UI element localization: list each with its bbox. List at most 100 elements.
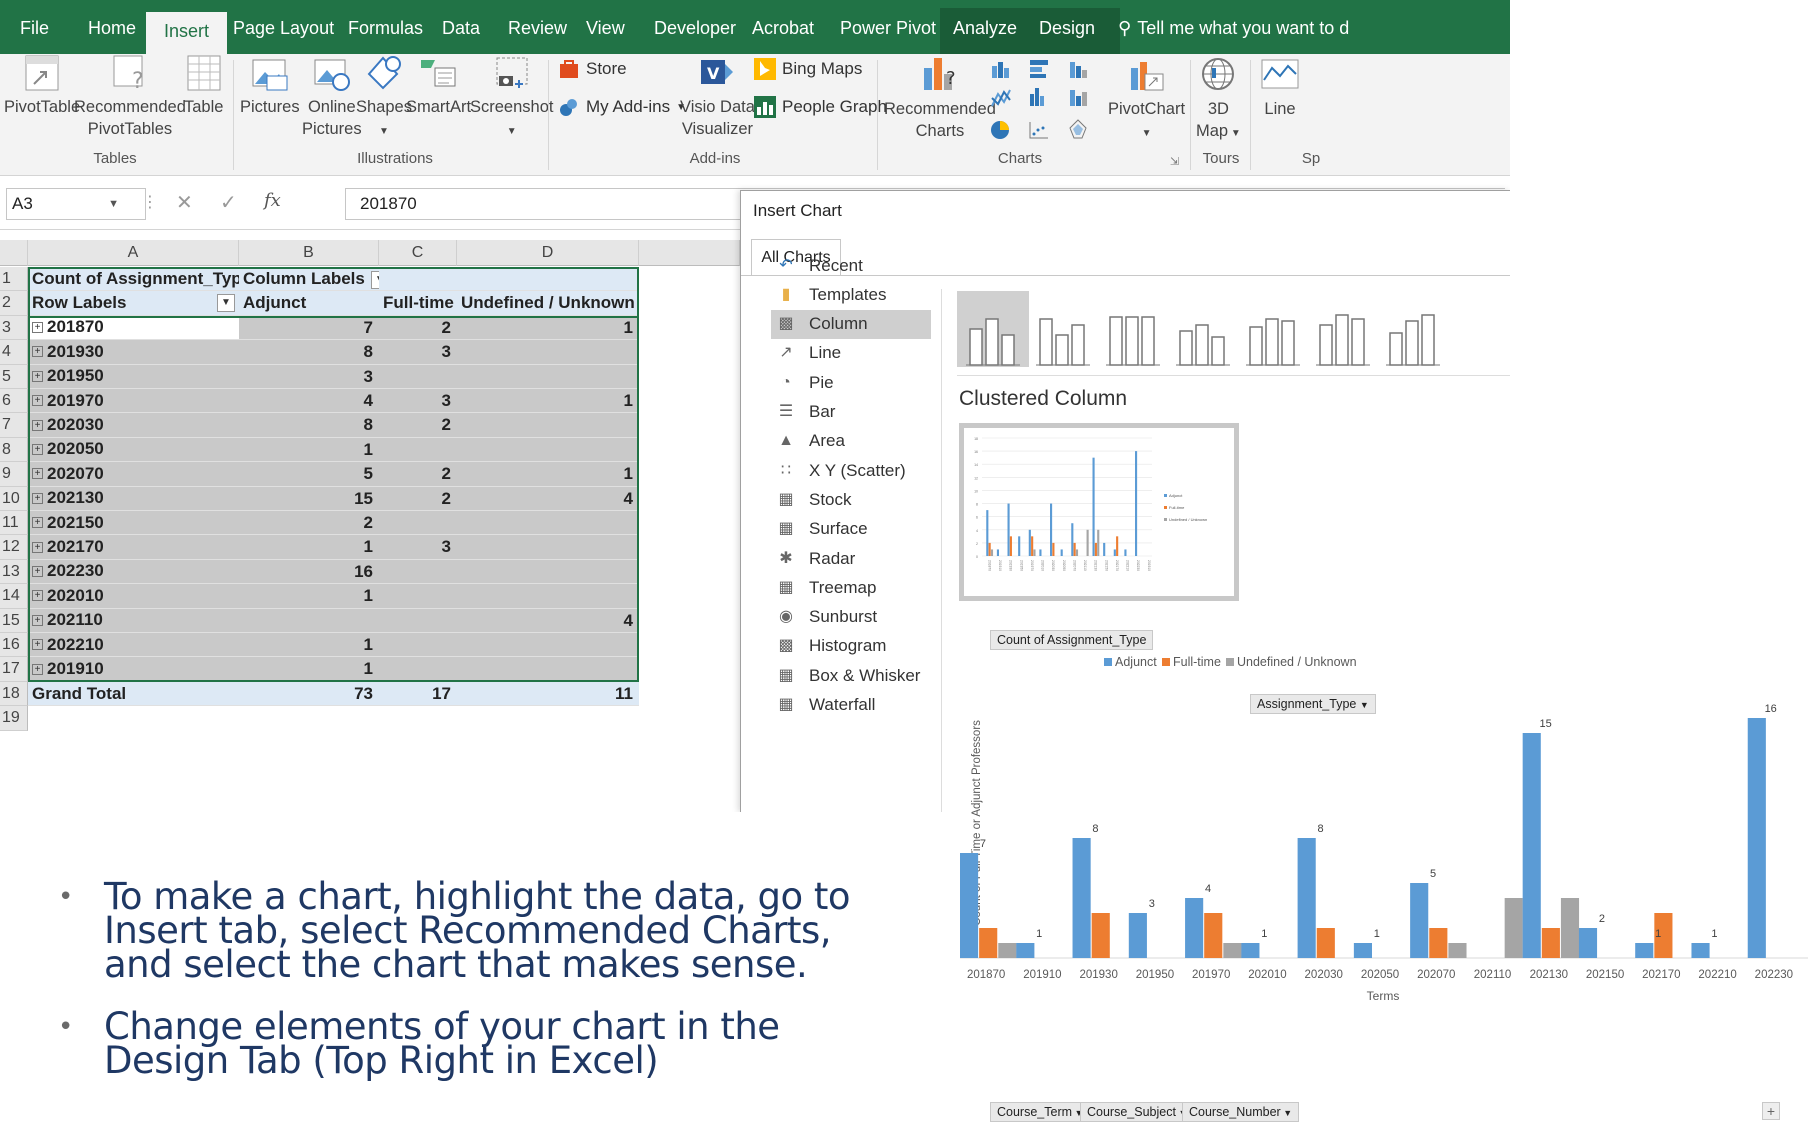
row-header[interactable]: 18 xyxy=(0,681,28,707)
expand-field-icon[interactable]: + xyxy=(1762,1102,1780,1120)
row-header[interactable]: 9 xyxy=(0,462,28,487)
value-cell-adjunct[interactable]: 1 xyxy=(239,535,379,560)
value-cell-undefined[interactable]: 1 xyxy=(457,315,639,341)
chart-type-area[interactable]: ▲ Area xyxy=(771,427,931,456)
value-cell-adjunct[interactable]: 16 xyxy=(239,559,379,585)
expand-icon[interactable]: + xyxy=(32,517,43,529)
chart-type-surface[interactable]: ▦ Surface xyxy=(771,515,931,544)
value-cell-adjunct[interactable]: 8 xyxy=(239,340,379,365)
shapes-button[interactable]: Shapes ▼ xyxy=(356,54,412,143)
column-subtype-3[interactable] xyxy=(1097,291,1169,367)
value-cell-fulltime[interactable]: 2 xyxy=(379,486,457,511)
row-header[interactable]: 5 xyxy=(0,364,28,389)
value-cell-fulltime[interactable] xyxy=(379,584,457,609)
column-subtype-4[interactable] xyxy=(1167,291,1239,367)
value-cell-undefined[interactable]: 1 xyxy=(457,389,639,414)
row-label-cell[interactable]: +202070 xyxy=(28,462,239,487)
value-cell-adjunct[interactable] xyxy=(239,608,379,633)
my-addins-button[interactable]: My Add-ins ▼ xyxy=(558,96,686,118)
tab-design[interactable]: Design xyxy=(1039,8,1095,54)
value-cell-fulltime[interactable] xyxy=(379,608,457,633)
row-header[interactable]: 10 xyxy=(0,486,28,511)
axis-field-course-subject[interactable]: Course_Subject ▼ xyxy=(1080,1102,1195,1122)
value-cell-adjunct[interactable]: 3 xyxy=(239,364,379,389)
3d-map-button[interactable]: 3D Map ▼ xyxy=(1196,54,1241,145)
value-cell-adjunct[interactable]: 1 xyxy=(239,437,379,463)
value-cell-adjunct[interactable]: 8 xyxy=(239,413,379,438)
row-label-cell[interactable]: +201930 xyxy=(28,340,239,365)
chart-type-bar[interactable]: ☰ Bar xyxy=(771,398,931,427)
value-cell-fulltime[interactable] xyxy=(379,511,457,536)
chart-type-waterfall[interactable]: ▦ Waterfall xyxy=(771,691,931,720)
pivottable-button[interactable]: PivotTable xyxy=(4,54,80,118)
row-labels-header[interactable]: Row Labels ▼ xyxy=(28,291,239,316)
column-subtype-7[interactable] xyxy=(1377,291,1449,367)
row-header[interactable]: 17 xyxy=(0,657,28,682)
value-cell-fulltime[interactable]: 3 xyxy=(379,535,457,560)
tab-page-layout[interactable]: Page Layout xyxy=(233,8,334,54)
chart-type-column[interactable]: ▩ Column xyxy=(771,309,931,339)
series-header-undefined[interactable]: Undefined / Unknown xyxy=(457,291,639,316)
expand-icon[interactable]: + xyxy=(32,541,43,553)
pictures-button[interactable]: Pictures xyxy=(240,54,300,118)
expand-icon[interactable]: + xyxy=(32,639,43,651)
cell[interactable] xyxy=(379,267,457,292)
row-label-cell[interactable]: +202210 xyxy=(28,633,239,658)
value-cell-adjunct[interactable]: 15 xyxy=(239,486,379,511)
value-cell-undefined[interactable] xyxy=(457,657,639,682)
row-label-cell[interactable]: +202150 xyxy=(28,511,239,536)
expand-icon[interactable]: + xyxy=(32,565,43,577)
row-header[interactable]: 16 xyxy=(0,633,28,658)
expand-icon[interactable]: + xyxy=(32,395,43,407)
pivotchart-button[interactable]: PivotChart ▼ xyxy=(1108,54,1185,145)
value-cell-fulltime[interactable] xyxy=(379,559,457,585)
chart-preview[interactable]: 0 2 4 6 8 10 12 14 16 18 201870 201910 201930 201950 2… xyxy=(959,423,1239,601)
value-cell-undefined[interactable] xyxy=(457,584,639,609)
expand-icon[interactable]: + xyxy=(32,346,43,358)
row-header[interactable]: 12 xyxy=(0,535,28,560)
value-cell-undefined[interactable]: 4 xyxy=(457,608,639,633)
value-cell-adjunct[interactable]: 5 xyxy=(239,462,379,487)
row-header[interactable]: 8 xyxy=(0,437,28,463)
row-label-cell[interactable]: +202030 xyxy=(28,413,239,438)
chart-type-histogram[interactable]: ▩ Histogram xyxy=(771,632,931,661)
column-labels-header[interactable]: Column Labels ▼ xyxy=(239,267,379,292)
chart-type-box-whisker[interactable]: ▦ Box & Whisker xyxy=(771,661,931,690)
row-header[interactable]: 2 xyxy=(0,291,28,316)
tab-acrobat[interactable]: Acrobat xyxy=(752,8,814,54)
column-subtype-6[interactable] xyxy=(1307,291,1379,367)
row-header[interactable]: 19 xyxy=(0,706,28,731)
cell[interactable] xyxy=(457,267,639,292)
row-label-cell[interactable]: +202050 xyxy=(28,437,239,463)
expand-icon[interactable]: + xyxy=(32,663,43,675)
series-header-fulltime[interactable]: Full-time xyxy=(379,291,457,316)
value-cell-fulltime[interactable]: 2 xyxy=(379,315,457,341)
value-cell-adjunct[interactable]: 4 xyxy=(239,389,379,414)
value-cell-undefined[interactable] xyxy=(457,559,639,585)
chart-type-radar[interactable]: ✱ Radar xyxy=(771,544,931,573)
value-cell-adjunct[interactable]: 7 xyxy=(239,315,379,341)
value-cell-adjunct[interactable]: 2 xyxy=(239,511,379,536)
line-sparkline-button[interactable]: Line xyxy=(1260,54,1300,120)
row-label-cell[interactable]: +201870 xyxy=(28,315,239,341)
axis-field-course-term[interactable]: Course_Term ▼ xyxy=(990,1102,1091,1122)
expand-icon[interactable]: + xyxy=(32,321,43,333)
recommended-pivottables-button[interactable]: ? Recommended PivotTables xyxy=(74,54,186,140)
chart-type-x-y-scatter-[interactable]: ∷ X Y (Scatter) xyxy=(771,456,931,485)
value-cell-undefined[interactable] xyxy=(457,633,639,658)
cancel-entry-icon[interactable]: ✕ xyxy=(176,190,193,215)
store-button[interactable]: Store xyxy=(558,58,627,80)
row-label-cell[interactable]: +201950 xyxy=(28,364,239,389)
visio-data-visualizer-button[interactable]: V Visio Data Visualizer xyxy=(680,54,755,140)
value-cell-fulltime[interactable]: 3 xyxy=(379,389,457,414)
row-label-cell[interactable]: +202130 xyxy=(28,486,239,511)
tab-data[interactable]: Data xyxy=(442,8,480,54)
select-all-corner[interactable] xyxy=(0,240,28,266)
value-cell-fulltime[interactable]: 3 xyxy=(379,340,457,365)
row-label-cell[interactable]: +201910 xyxy=(28,657,239,682)
column-header-e[interactable] xyxy=(639,240,740,266)
column-header-b[interactable]: B xyxy=(239,240,379,266)
bing-maps-button[interactable]: Bing Maps xyxy=(754,58,862,80)
online-pictures-button[interactable]: Online Pictures xyxy=(302,54,362,140)
value-cell-undefined[interactable]: 1 xyxy=(457,462,639,487)
